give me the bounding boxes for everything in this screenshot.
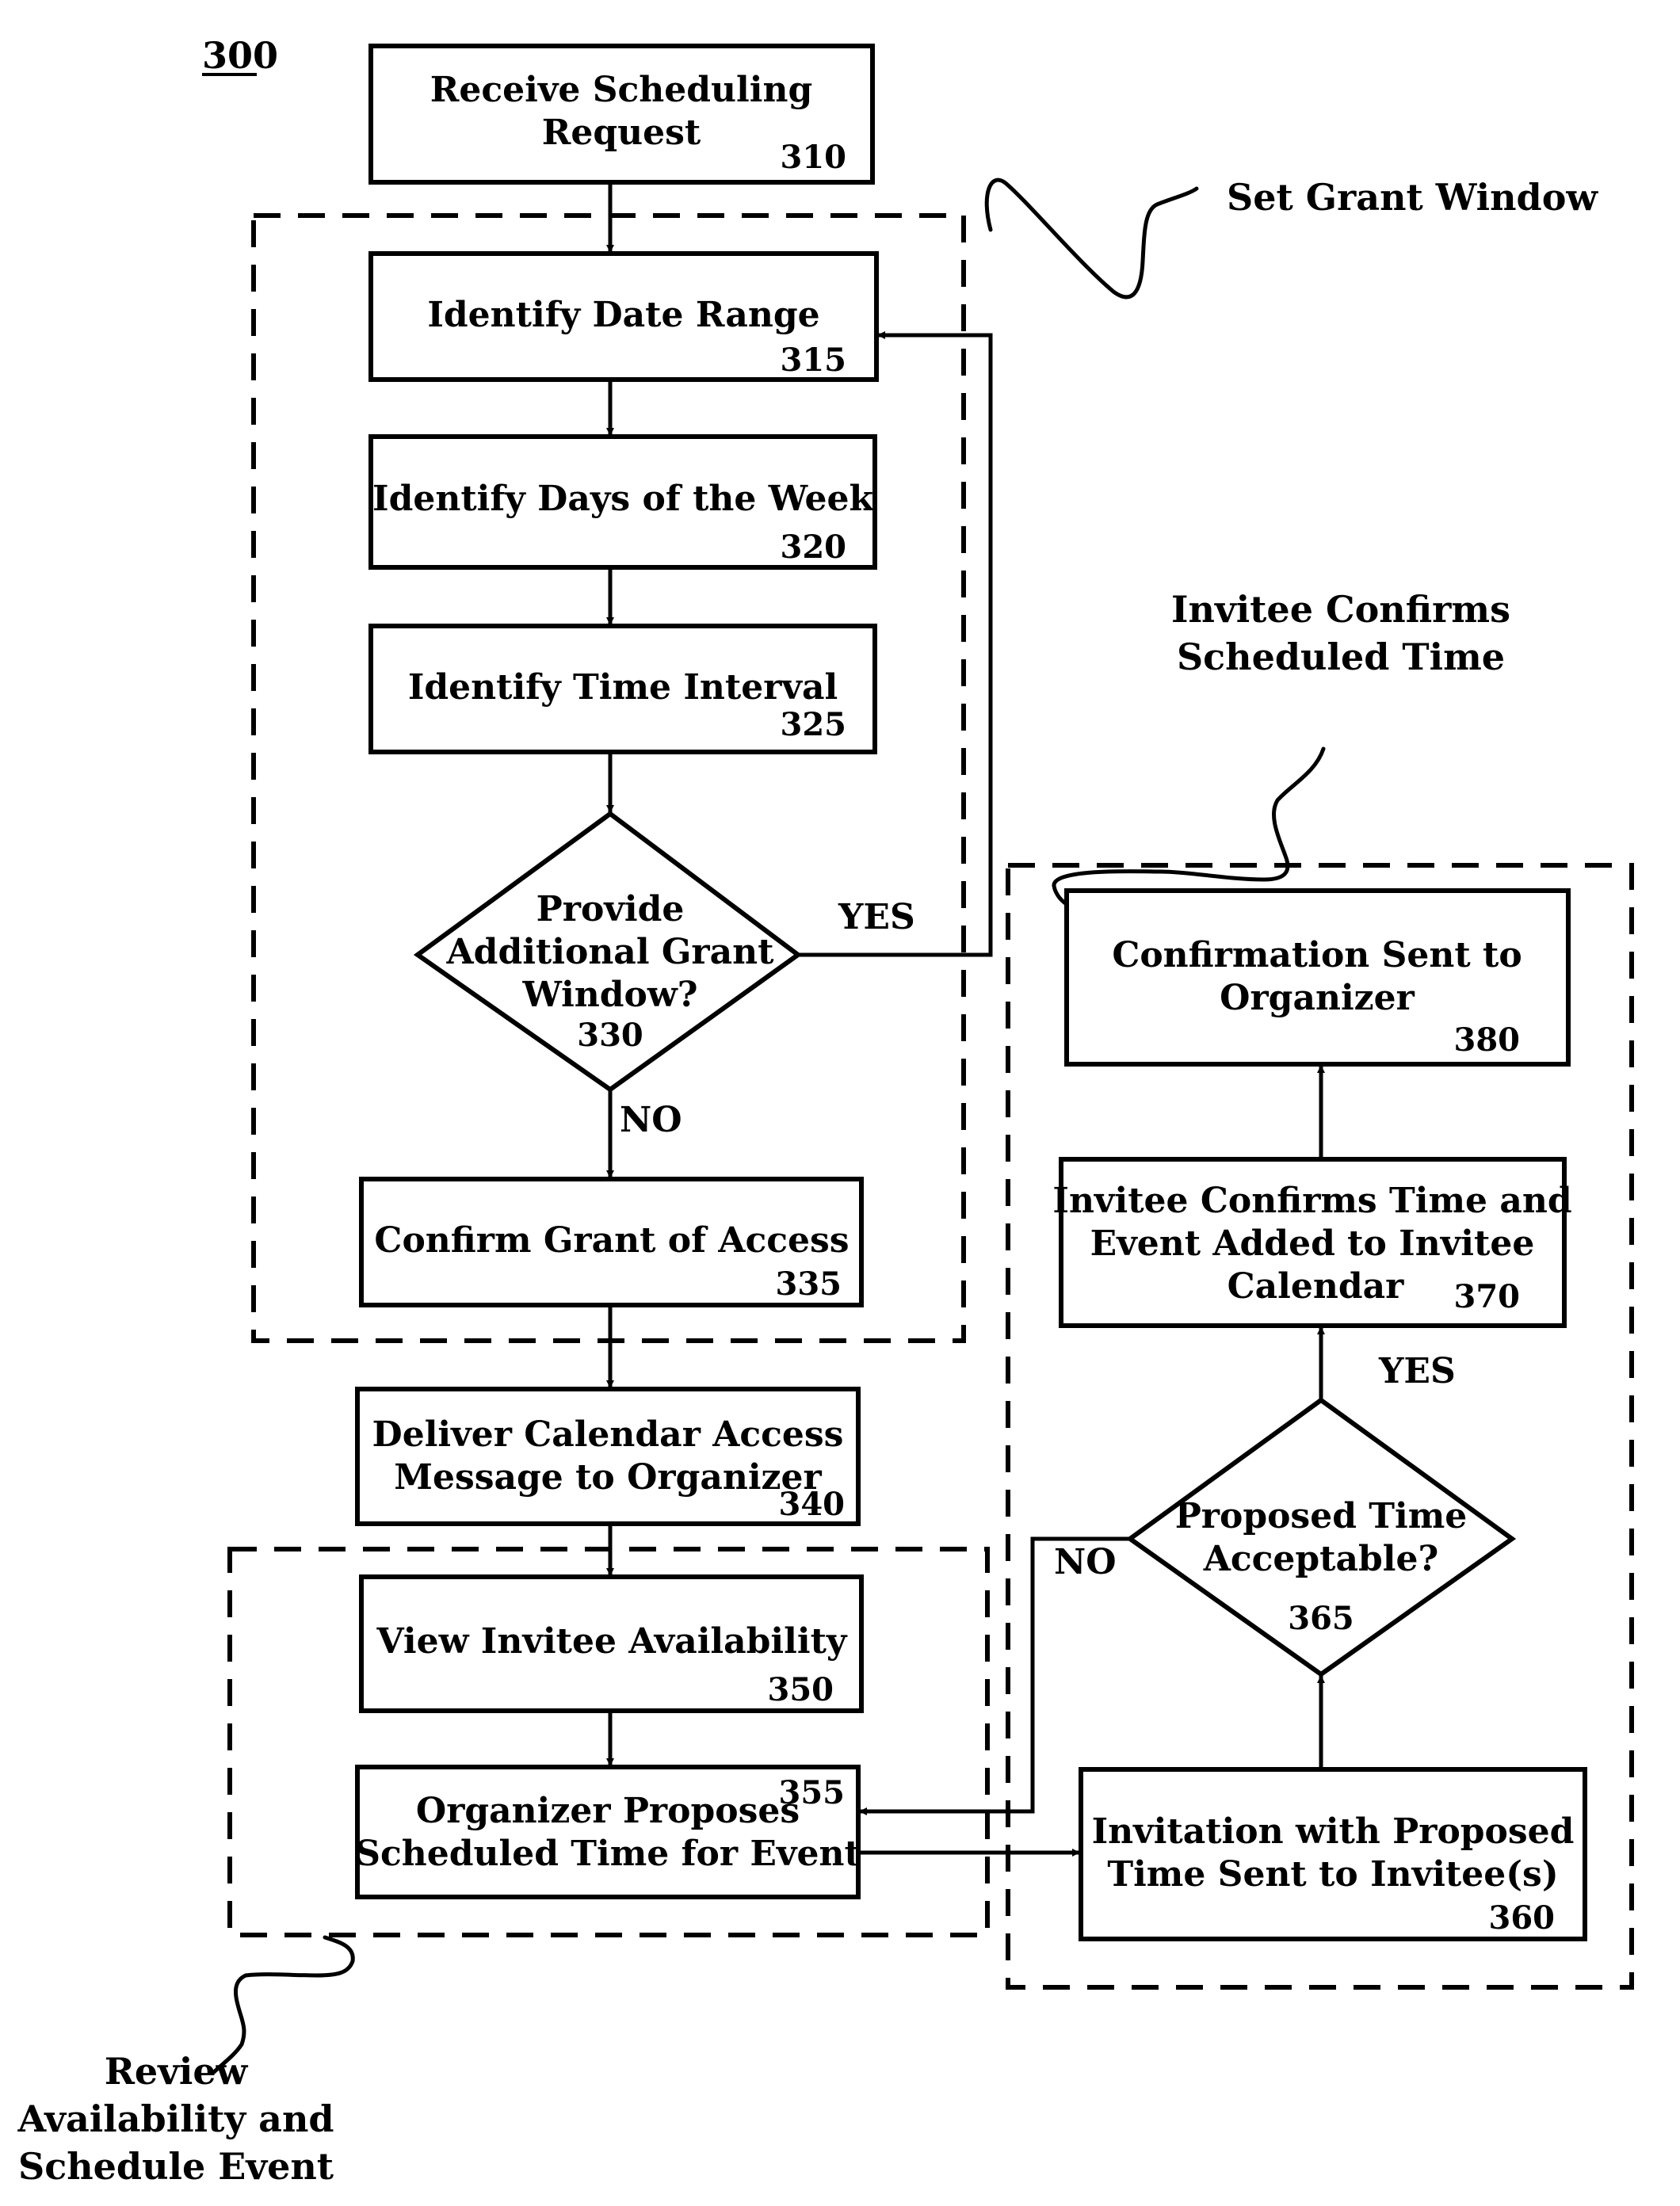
step-360-line2: Time Sent to Invitee(s) — [1107, 1854, 1558, 1895]
decision-330-line1: Provide — [536, 889, 685, 929]
group-label-review-line2: Availability and — [17, 2097, 334, 2140]
group-label-invitee-confirms-line2: Scheduled Time — [1177, 635, 1505, 678]
step-370: Invitee Confirms Time and Event Added to… — [1052, 1157, 1572, 1328]
group-label-review-line1: Review — [105, 2050, 249, 2093]
step-320: Identify Days of the Week 320 — [368, 434, 877, 570]
step-355-line1: Organizer Proposes — [416, 1791, 800, 1831]
decision-365-line1: Proposed Time — [1175, 1496, 1468, 1536]
decision-365: Proposed Time Acceptable? 365 — [1125, 1397, 1517, 1677]
step-380-line2: Organizer — [1220, 978, 1415, 1018]
decision-330-line2: Additional Grant — [446, 932, 775, 972]
step-370-line1: Invitee Confirms Time and — [1052, 1181, 1571, 1221]
step-315-line1: Identify Date Range — [427, 295, 819, 335]
step-335-line1: Confirm Grant of Access — [374, 1220, 849, 1261]
step-355: 355 Organizer Proposes Scheduled Time fo… — [355, 1765, 861, 1899]
step-315: Identify Date Range 315 — [368, 251, 879, 382]
step-350-ref: 350 — [768, 1671, 834, 1708]
branch-330-yes: YES — [838, 897, 915, 937]
group-label-invitee-confirms-line1: Invitee Confirms — [1171, 588, 1510, 631]
step-350-line1: View Invitee Availability — [376, 1621, 848, 1662]
decision-330-ref: 330 — [577, 1017, 643, 1054]
step-355-line2: Scheduled Time for Event — [355, 1834, 861, 1874]
decision-365-line2: Acceptable? — [1203, 1539, 1439, 1579]
step-335-ref: 335 — [776, 1265, 842, 1303]
step-370-line2: Event Added to Invitee — [1090, 1223, 1535, 1264]
step-320-line1: Identify Days of the Week — [372, 479, 875, 519]
decision-365-ref: 365 — [1288, 1600, 1354, 1637]
branch-330-no: NO — [620, 1100, 682, 1140]
step-335: Confirm Grant of Access 335 — [359, 1177, 864, 1307]
step-325: Identify Time Interval 325 — [368, 624, 877, 754]
step-360: Invitation with Proposed Time Sent to In… — [1079, 1767, 1587, 1941]
step-315-ref: 315 — [781, 342, 847, 379]
group-label-review-line3: Schedule Event — [18, 2145, 334, 2188]
step-380: Confirmation Sent to Organizer 380 — [1064, 888, 1571, 1067]
step-310-ref: 310 — [781, 139, 847, 176]
step-360-ref: 360 — [1489, 1899, 1556, 1937]
step-340-ref: 340 — [779, 1486, 846, 1523]
step-325-ref: 325 — [781, 706, 847, 743]
step-310-line2: Request — [542, 113, 701, 153]
step-340-line1: Deliver Calendar Access — [372, 1414, 844, 1455]
step-320-ref: 320 — [781, 529, 847, 566]
leader-set-grant-window — [984, 177, 1199, 300]
branch-365-no: NO — [1054, 1542, 1117, 1582]
flowchart: 300 Set Grant Window Invitee Confirms Sc… — [17, 34, 1634, 2188]
decision-330-line3: Window? — [521, 975, 697, 1015]
step-380-line1: Confirmation Sent to — [1112, 935, 1522, 975]
figure-ref: 300 — [202, 34, 278, 77]
step-310: Receive Scheduling Request 310 — [368, 44, 875, 185]
step-350: View Invitee Availability 350 — [359, 1574, 864, 1713]
step-370-ref: 370 — [1454, 1278, 1521, 1315]
step-340: Deliver Calendar Access Message to Organ… — [355, 1387, 861, 1526]
step-325-line1: Identify Time Interval — [408, 667, 838, 708]
group-label-set-grant-window: Set Grant Window — [1227, 176, 1598, 219]
step-360-line1: Invitation with Proposed — [1092, 1811, 1575, 1852]
step-340-line2: Message to Organizer — [394, 1457, 822, 1498]
branch-365-yes: YES — [1378, 1351, 1456, 1391]
leader-invitee-confirms — [1052, 746, 1326, 908]
step-370-line3: Calendar — [1228, 1266, 1405, 1307]
decision-330: Provide Additional Grant Window? 330 — [413, 811, 803, 1093]
step-310-line1: Receive Scheduling — [430, 70, 812, 110]
step-380-ref: 380 — [1454, 1021, 1521, 1059]
